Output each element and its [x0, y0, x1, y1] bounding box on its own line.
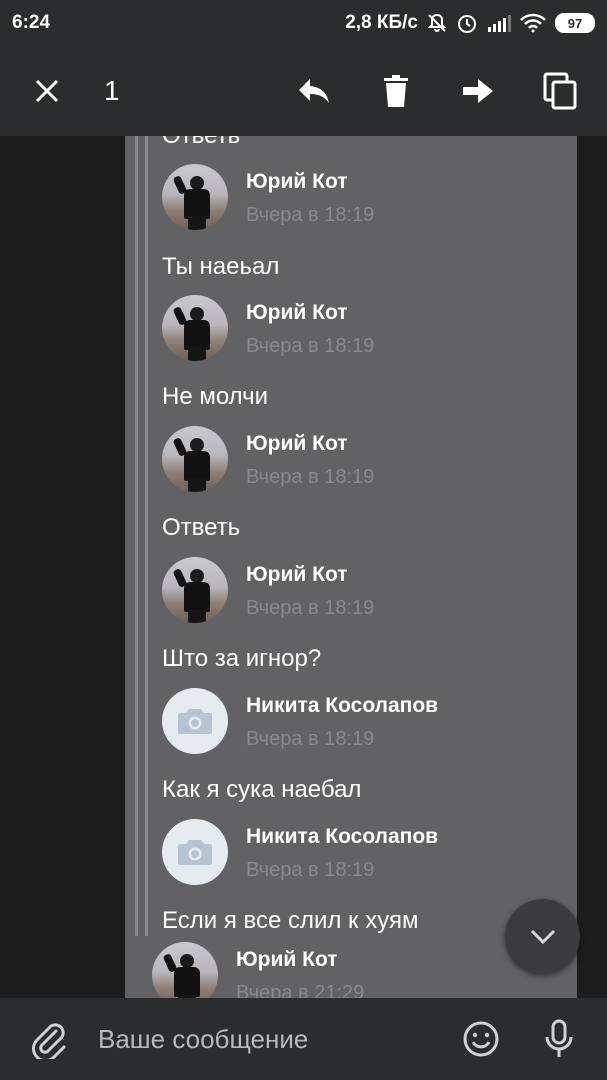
message-text: Как я сука наебал — [162, 776, 362, 803]
message-time: Вчера в 18:19 — [246, 466, 375, 488]
reply-icon[interactable] — [289, 66, 339, 116]
emoji-icon[interactable] — [461, 1014, 501, 1064]
message-input-bar: Ваше сообщение — [0, 998, 607, 1080]
camera-icon — [178, 840, 212, 865]
avatar — [162, 426, 228, 492]
forward-thread-line-nested — [145, 136, 148, 936]
author-name: Юрий Кот — [246, 301, 348, 324]
forward-icon[interactable] — [453, 66, 503, 116]
forwarded-message: Юрий Кот Вчера в 18:19 — [162, 426, 562, 492]
avatar — [152, 942, 218, 998]
avatar — [162, 164, 228, 230]
message-input[interactable]: Ваше сообщение — [98, 1024, 461, 1055]
forwarded-message: Никита Косолапов Вчера в 18:19 — [162, 819, 562, 885]
attach-icon[interactable] — [28, 1014, 68, 1064]
forwarded-message: Юрий Кот Вчера в 18:19 — [162, 164, 562, 230]
message-time: Вчера в 18:19 — [246, 859, 375, 881]
selected-count: 1 — [104, 75, 120, 106]
author-name: Никита Косолапов — [246, 825, 439, 848]
avatar-placeholder — [162, 819, 228, 885]
bell-off-icon — [427, 13, 447, 32]
message-text: Што за игнор? — [162, 645, 322, 672]
status-time: 6:24 — [12, 12, 51, 33]
author-name: Юрий Кот — [246, 432, 348, 455]
wifi-icon — [520, 13, 546, 33]
message-time: Вчера в 21:29 — [236, 982, 365, 998]
forwarded-message: Юрий Кот Вчера в 18:19 — [162, 295, 562, 361]
status-indicators: 2,8 КБ/с 97 — [345, 12, 595, 34]
battery-icon: 97 — [555, 13, 595, 33]
author-name: Юрий Кот — [236, 948, 338, 971]
signal-icon — [488, 15, 511, 32]
chevron-down-icon — [530, 929, 555, 944]
message-text: Если я все слил к хуям — [162, 907, 419, 934]
copy-icon[interactable] — [535, 66, 585, 116]
camera-icon — [178, 709, 212, 734]
delete-icon[interactable] — [371, 66, 421, 116]
forward-thread-line — [135, 136, 138, 936]
message-time: Вчера в 18:19 — [246, 597, 375, 619]
message-time: Вчера в 18:19 — [246, 728, 375, 750]
author-name: Юрий Кот — [246, 563, 348, 586]
network-speed: 2,8 КБ/с — [345, 12, 418, 33]
message-text: Ответь — [162, 514, 241, 541]
status-bar: 6:24 2,8 КБ/с 97 — [0, 0, 607, 46]
forwarded-message: Юрий Кот Вчера в 18:19 — [162, 557, 562, 623]
message-text: Не молчи — [162, 383, 269, 410]
message-time: Вчера в 18:19 — [246, 335, 375, 357]
forwarded-message: Юрий Кот Вчера в 21:29 — [152, 942, 552, 998]
selection-action-bar: 1 — [0, 46, 607, 136]
mic-icon[interactable] — [539, 1014, 579, 1064]
author-name: Юрий Кот — [246, 170, 348, 193]
alarm-icon — [458, 15, 476, 33]
close-icon[interactable] — [22, 66, 72, 116]
author-name: Никита Косолапов — [246, 694, 439, 717]
message-text-partial: Ответь — [162, 136, 240, 150]
forwarded-message: Никита Косолапов Вчера в 18:19 — [162, 688, 562, 754]
message-time: Вчера в 18:19 — [246, 204, 375, 226]
chat-area[interactable]: Ответь Юрий Кот Вчера в 18:19 Ты наеьал … — [0, 136, 607, 998]
avatar-placeholder — [162, 688, 228, 754]
scroll-down-button[interactable] — [505, 899, 580, 974]
message-text: Ты наеьал — [162, 253, 280, 280]
avatar — [162, 295, 228, 361]
avatar — [162, 557, 228, 623]
